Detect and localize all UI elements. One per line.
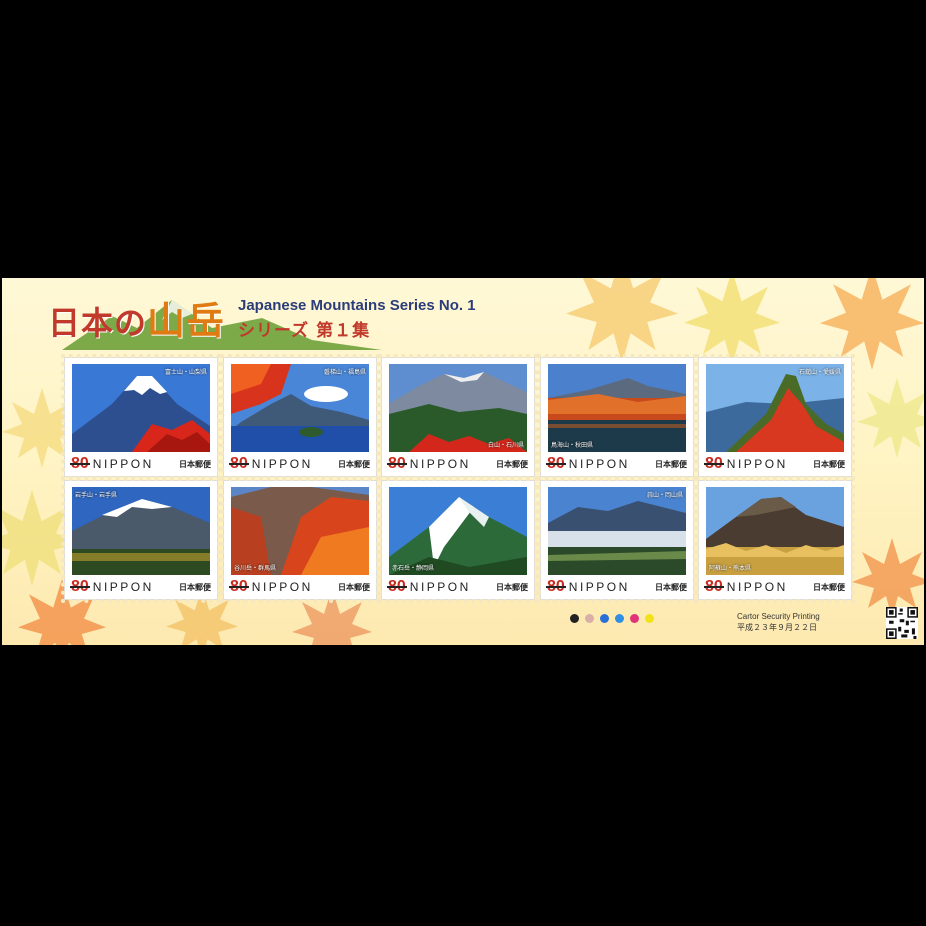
stamp-value: 80 bbox=[387, 455, 407, 472]
stamp-country: NIPPON bbox=[251, 457, 313, 471]
stamp-country: NIPPON bbox=[568, 580, 630, 594]
stamp-caption: 鳥海山・秋田県 bbox=[551, 442, 594, 449]
color-dot bbox=[630, 614, 639, 623]
stamp-caption: 阿蘇山・熊本県 bbox=[709, 565, 752, 572]
stamp-4: 鳥海山・秋田県 80 NIPPON 日本郵便 bbox=[537, 354, 697, 480]
stamp-footer: 80 NIPPON 日本郵便 bbox=[546, 578, 687, 596]
stamp-issuer: 日本郵便 bbox=[496, 582, 528, 592]
mountain-scene-image bbox=[548, 364, 686, 452]
stamp-country: NIPPON bbox=[92, 457, 154, 471]
stamp-value: 80 bbox=[704, 455, 724, 472]
sheet-title-english: Japanese Mountains Series No. 1 bbox=[238, 297, 476, 314]
stamp-issuer: 日本郵便 bbox=[655, 459, 687, 469]
mountain-scene-image bbox=[231, 487, 369, 575]
stamp-country: NIPPON bbox=[409, 457, 471, 471]
stamp-caption: 磐梯山・福島県 bbox=[323, 369, 366, 376]
stamp-footer: 80 NIPPON 日本郵便 bbox=[70, 578, 211, 596]
stamp-photo bbox=[231, 487, 369, 575]
color-dot bbox=[615, 614, 624, 623]
stamp-footer: 80 NIPPON 日本郵便 bbox=[704, 455, 845, 473]
stamp-footer: 80 NIPPON 日本郵便 bbox=[229, 455, 370, 473]
stamp-photo bbox=[72, 364, 210, 452]
stamp-footer: 80 NIPPON 日本郵便 bbox=[229, 578, 370, 596]
stamp-photo bbox=[548, 487, 686, 575]
mountain-scene-image bbox=[72, 364, 210, 452]
mountain-scene-image bbox=[72, 487, 210, 575]
mountain-scene-image bbox=[548, 487, 686, 575]
stamp-issuer: 日本郵便 bbox=[813, 459, 845, 469]
color-dot bbox=[570, 614, 579, 623]
color-dot bbox=[585, 614, 594, 623]
stamp-value: 80 bbox=[229, 578, 249, 595]
sheet-series-label: シリーズ 第１集 bbox=[238, 321, 371, 341]
qr-code bbox=[886, 607, 918, 639]
stamp-6: 岩手山・岩手県 80 NIPPON 日本郵便 bbox=[61, 477, 221, 603]
stamp-footer: 80 NIPPON 日本郵便 bbox=[70, 455, 211, 473]
stamp-caption: 白山・石川県 bbox=[487, 442, 524, 449]
stamp-issuer: 日本郵便 bbox=[179, 459, 211, 469]
stamp-footer: 80 NIPPON 日本郵便 bbox=[387, 578, 528, 596]
sheet-title-japanese: 日本の山岳 bbox=[48, 298, 226, 343]
stamp-caption: 石鎚山・愛媛県 bbox=[798, 369, 841, 376]
color-registration-dots bbox=[570, 614, 654, 623]
stamp-issuer: 日本郵便 bbox=[496, 459, 528, 469]
stamp-country: NIPPON bbox=[568, 457, 630, 471]
stamp-caption: 岩手山・岩手県 bbox=[75, 492, 118, 499]
color-dot bbox=[600, 614, 609, 623]
stamp-caption: 谷川岳・群馬県 bbox=[234, 565, 277, 572]
stamp-value: 80 bbox=[546, 455, 566, 472]
issue-date: 平成２３年９月２２日 bbox=[737, 623, 817, 632]
stamp-footer: 80 NIPPON 日本郵便 bbox=[704, 578, 845, 596]
stamp-country: NIPPON bbox=[726, 457, 788, 471]
stamp-value: 80 bbox=[704, 578, 724, 595]
stamp-value: 80 bbox=[229, 455, 249, 472]
mountain-scene-image bbox=[706, 487, 844, 575]
stamp-country: NIPPON bbox=[251, 580, 313, 594]
stamp-footer: 80 NIPPON 日本郵便 bbox=[546, 455, 687, 473]
printer-credit: Cartor Security Printing bbox=[737, 612, 820, 621]
mountain-scene-image bbox=[389, 487, 527, 575]
stamp-8: 赤石岳・静岡県 80 NIPPON 日本郵便 bbox=[378, 477, 538, 603]
stamp-photo bbox=[231, 364, 369, 452]
mountain-scene-image bbox=[706, 364, 844, 452]
stamp-1: 富士山・山梨県 80 NIPPON 日本郵便 bbox=[61, 354, 221, 480]
mountain-scene-image bbox=[231, 364, 369, 452]
stamp-5: 石鎚山・愛媛県 80 NIPPON 日本郵便 bbox=[695, 354, 855, 480]
stamp-issuer: 日本郵便 bbox=[338, 582, 370, 592]
stamp-photo bbox=[706, 364, 844, 452]
stamp-7: 谷川岳・群馬県 80 NIPPON 日本郵便 bbox=[220, 477, 380, 603]
stamp-2: 磐梯山・福島県 80 NIPPON 日本郵便 bbox=[220, 354, 380, 480]
stamp-photo bbox=[548, 364, 686, 452]
stamp-9: 蒜山・岡山県 80 NIPPON 日本郵便 bbox=[537, 477, 697, 603]
stamp-issuer: 日本郵便 bbox=[655, 582, 687, 592]
stamp-value: 80 bbox=[387, 578, 407, 595]
stamp-country: NIPPON bbox=[409, 580, 471, 594]
stamp-issuer: 日本郵便 bbox=[813, 582, 845, 592]
stamp-caption: 蒜山・岡山県 bbox=[646, 492, 683, 499]
stamp-caption: 富士山・山梨県 bbox=[164, 369, 207, 376]
stamp-country: NIPPON bbox=[92, 580, 154, 594]
stamp-footer: 80 NIPPON 日本郵便 bbox=[387, 455, 528, 473]
stamp-issuer: 日本郵便 bbox=[179, 582, 211, 592]
stamp-value: 80 bbox=[70, 455, 90, 472]
stamp-photo bbox=[706, 487, 844, 575]
stamp-country: NIPPON bbox=[726, 580, 788, 594]
stamp-photo bbox=[389, 364, 527, 452]
stamp-3: 白山・石川県 80 NIPPON 日本郵便 bbox=[378, 354, 538, 480]
stamp-value: 80 bbox=[70, 578, 90, 595]
stamp-caption: 赤石岳・静岡県 bbox=[392, 565, 435, 572]
mountain-scene-image bbox=[389, 364, 527, 452]
color-dot bbox=[645, 614, 654, 623]
stamp-photo bbox=[72, 487, 210, 575]
stamp-value: 80 bbox=[546, 578, 566, 595]
stamp-photo bbox=[389, 487, 527, 575]
stamp-10: 阿蘇山・熊本県 80 NIPPON 日本郵便 bbox=[695, 477, 855, 603]
stamp-issuer: 日本郵便 bbox=[338, 459, 370, 469]
